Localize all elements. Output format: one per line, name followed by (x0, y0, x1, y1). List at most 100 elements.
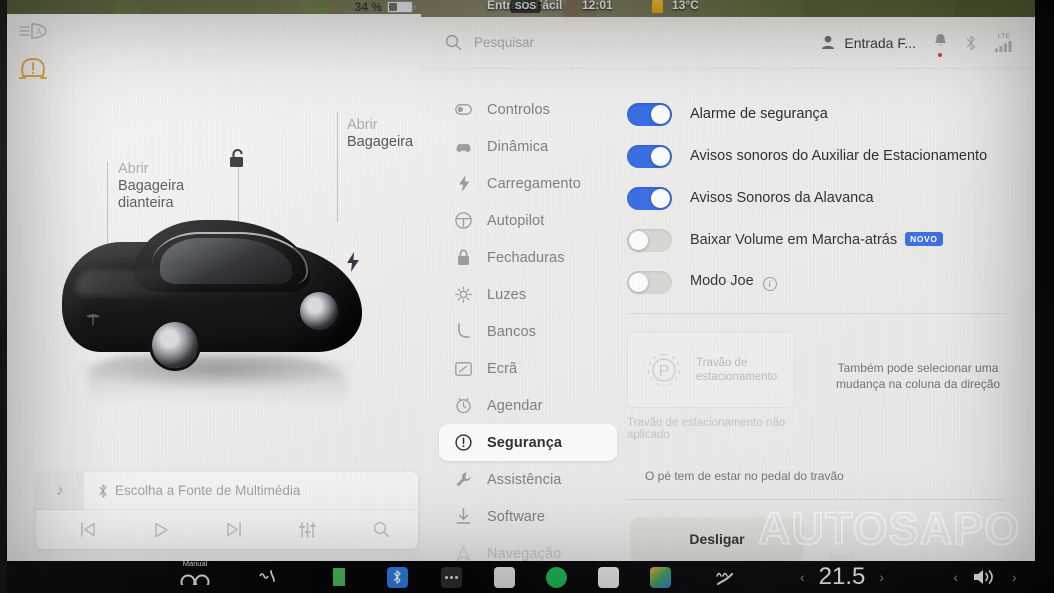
sidebar-label: Navegação (487, 545, 562, 562)
volume-increase-button[interactable]: › (1012, 569, 1017, 585)
unlock-icon[interactable] (226, 147, 248, 169)
spotify-icon (545, 566, 567, 588)
seat-heater-icon (259, 570, 275, 582)
sidebar-item-agendar[interactable]: Agendar (439, 387, 617, 424)
sidebar-item-seguranca[interactable]: Segurança (439, 424, 617, 461)
sidebar-item-software[interactable]: Software (439, 498, 617, 535)
gear-selector[interactable]: Manual (160, 559, 230, 585)
display-icon (455, 360, 472, 377)
sidebar-item-dinamica[interactable]: Dinâmica (439, 128, 617, 165)
defrost-button[interactable] (686, 567, 764, 587)
settings-sidebar[interactable]: Controlos Dinâmica Carregamento Autopilo… (421, 69, 621, 574)
sidebar-item-luzes[interactable]: Luzes (439, 276, 617, 313)
sidebar-item-bancos[interactable]: Bancos (439, 313, 617, 350)
apps-button[interactable] (634, 566, 686, 588)
seat-icon (455, 323, 472, 340)
bluetooth-icon (386, 566, 408, 588)
parking-brake-p-icon: P (647, 353, 681, 387)
lte-label: LTE (997, 33, 1011, 40)
vehicle-view-pane: 34 % A Abrir Bagageira dianteira Abrir B… (6, 0, 421, 574)
callout-frunk-line2: Bagageira (118, 178, 185, 194)
setting-row-alarme[interactable]: Alarme de segurança (627, 93, 1011, 135)
settings-pane: Pesquisar Entrada F... LTE Controlos Din… (421, 17, 1035, 574)
toggle-modo-joe[interactable] (627, 270, 672, 294)
setting-label-text: Baixar Volume em Marcha-atrás (690, 232, 898, 248)
more-apps-button[interactable] (424, 566, 478, 588)
climate-control[interactable]: Manual ‹ 21.5 › (764, 552, 920, 591)
media-controls-row[interactable] (36, 510, 418, 549)
charge-port-bolt-icon[interactable] (346, 252, 360, 272)
alert-circle-icon (455, 434, 472, 451)
toggle-baixar-volume-marcha-atras[interactable] (627, 228, 672, 252)
media-source-row[interactable]: ♪ Escolha a Fonte de Multimédia (36, 471, 418, 510)
callout-trunk-line1: Abrir (347, 117, 378, 133)
new-badge: NOVO (905, 232, 943, 246)
notifications-button[interactable] (934, 33, 947, 57)
sos-button[interactable]: SOS (510, 0, 542, 13)
sidebar-label: Ecrã (487, 360, 518, 377)
parking-brake-button[interactable]: P Travão de estacionamento (627, 332, 795, 408)
sidebar-item-assistencia[interactable]: Assistência (439, 461, 617, 498)
bottom-taskbar[interactable]: Manual Manual ‹ 21.5 › ‹ › (0, 552, 1054, 593)
media-source-label: Escolha a Fonte de Multimédia (115, 483, 301, 498)
sidebar-label: Autopilot (487, 212, 545, 229)
sidebar-label: Carregamento (487, 175, 581, 192)
next-track-button[interactable] (219, 517, 249, 543)
cabin-temperature-value: 21.5 (818, 563, 866, 590)
toggle-alarme-seguranca[interactable] (627, 102, 672, 126)
sidebar-item-fechaduras[interactable]: Fechaduras (439, 239, 617, 276)
temp-decrease-button[interactable]: ‹ (800, 569, 805, 585)
search-field[interactable]: Pesquisar (445, 34, 821, 51)
search-media-button[interactable] (366, 517, 396, 543)
bezel-right (1035, 0, 1054, 593)
navigation-icon (455, 545, 472, 562)
music-note-icon: ♪ (36, 471, 84, 510)
glovebox-button[interactable] (308, 566, 370, 588)
defrost-front-button[interactable] (230, 568, 308, 586)
spotify-button[interactable] (530, 566, 582, 588)
bell-icon (935, 33, 946, 45)
glovebox-icon (493, 566, 515, 588)
callout-trunk[interactable]: Abrir Bagageira (347, 117, 413, 151)
power-off-button[interactable]: Desligar (631, 518, 803, 560)
download-icon (455, 508, 472, 525)
toggle-avisos-alavanca[interactable] (627, 186, 672, 210)
temp-increase-button[interactable]: › (879, 569, 884, 585)
profile-button[interactable]: Entrada F... (821, 35, 916, 51)
battery-icon (387, 1, 416, 13)
vehicle-3d-render[interactable] (48, 210, 388, 418)
volume-decrease-button[interactable]: ‹ (953, 569, 958, 585)
sidebar-label: Controlos (487, 101, 550, 118)
car-hood-highlight (76, 270, 196, 296)
sidebar-item-controlos[interactable]: Controlos (439, 91, 617, 128)
parking-brake-label-line1: Travão de (696, 357, 748, 369)
bezel-left (0, 0, 7, 593)
toggle-avisos-auxiliar-estacionamento[interactable] (627, 144, 672, 168)
wrench-icon (455, 471, 472, 488)
play-button[interactable] (146, 517, 176, 543)
charge-indicator-icon (652, 0, 663, 13)
volume-control[interactable]: ‹ › (920, 567, 1050, 587)
media-source-button[interactable]: Escolha a Fonte de Multimédia (84, 483, 418, 498)
setting-row-reverse-volume[interactable]: Baixar Volume em Marcha-atrás NOVO (627, 219, 1011, 261)
notes-button[interactable] (582, 566, 634, 588)
previous-track-button[interactable] (72, 517, 102, 543)
bluetooth-icon[interactable] (965, 35, 977, 51)
glovebox-app-button[interactable] (478, 566, 530, 588)
setting-row-gear-chimes[interactable]: Avisos Sonoros da Alavanca (627, 177, 1011, 219)
parking-brake-label-line2: estacionamento (696, 371, 778, 383)
sidebar-item-ecra[interactable]: Ecrã (439, 350, 617, 387)
sidebar-label: Dinâmica (487, 138, 549, 155)
glovebox-icon (333, 568, 345, 586)
sidebar-item-autopilot[interactable]: Autopilot (439, 202, 617, 239)
equalizer-button[interactable] (293, 517, 323, 543)
setting-row-modo-joe[interactable]: Modo Joe i (627, 261, 1011, 303)
media-player-bar[interactable]: ♪ Escolha a Fonte de Multimédia (36, 471, 418, 549)
sidebar-item-carregamento[interactable]: Carregamento (439, 165, 617, 202)
setting-row-park-assist-chimes[interactable]: Avisos sonoros do Auxiliar de Estacionam… (627, 135, 1011, 177)
setting-label: Modo Joe i (690, 273, 777, 291)
brake-pedal-footnote: O pé tem de estar no pedal do travão (645, 469, 844, 483)
callout-frunk[interactable]: Abrir Bagageira dianteira (118, 161, 184, 212)
bluetooth-button[interactable] (370, 566, 424, 588)
info-icon[interactable]: i (762, 277, 777, 291)
